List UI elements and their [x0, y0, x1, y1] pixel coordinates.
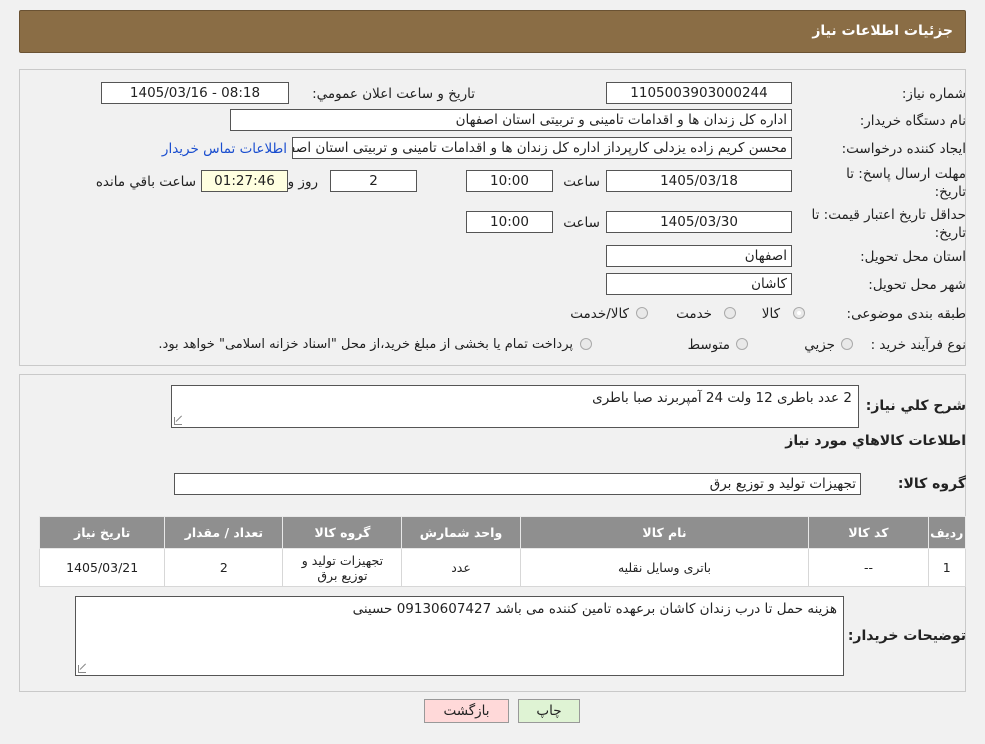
validity-time-field: 10:00 — [466, 211, 553, 233]
category-goods-service-radio[interactable] — [636, 307, 648, 319]
validity-time-label: ساعت — [563, 215, 600, 231]
category-goods-service-label: كالا/خدمت — [570, 306, 629, 322]
buyer-notes-text: هزینه حمل تا درب زندان کاشان برعهده تامی… — [352, 601, 837, 617]
goods-group-label: گروه كالا: — [897, 476, 966, 492]
summary-text: 2 عدد باطری 12 ولت 24 آمپربرند صبا باطری — [592, 390, 852, 406]
resize-handle-icon[interactable] — [78, 665, 86, 673]
remaining-time-label: ساعت باقي مانده — [95, 174, 196, 190]
cell-code: -- — [808, 548, 929, 587]
cell-name: باتری وسایل نقلیه — [519, 548, 810, 587]
col-code-header: كد كالا — [808, 516, 929, 549]
buyer-org-field: اداره کل زندان ها و اقدامات تامینی و ترب… — [230, 109, 792, 131]
deadline-label-line1: مهلت ارسال پاسخ: تا — [846, 166, 966, 182]
col-date-header: تاريخ نياز — [38, 516, 166, 549]
col-unit-header: واحد شمارش — [401, 516, 521, 549]
process-medium-label: متوسط — [687, 337, 730, 353]
buyer-notes-textarea[interactable]: هزینه حمل تا درب زندان کاشان برعهده تامی… — [75, 596, 844, 676]
creator-label: ايجاد كننده درخواست: — [841, 141, 966, 157]
cell-qty: 2 — [164, 548, 284, 587]
province-label: استان محل تحويل: — [860, 249, 966, 265]
buyer-notes-label: توضيحات خريدار: — [847, 628, 966, 644]
province-field: اصفهان — [606, 245, 792, 267]
cell-date: 1405/03/21 — [38, 548, 166, 587]
summary-textarea[interactable]: 2 عدد باطری 12 ولت 24 آمپربرند صبا باطری — [171, 385, 859, 428]
validity-label-line2: تاريخ: — [934, 225, 966, 241]
city-label: شهر محل تحويل: — [868, 277, 966, 293]
need-number-field: 1105003903000244 — [606, 82, 792, 104]
category-service-radio[interactable] — [724, 307, 736, 319]
goods-group-field: تجهیزات تولید و توزیع برق — [174, 473, 861, 495]
table-header-row: رديف كد كالا نام كالا واحد شمارش گروه كا… — [38, 516, 967, 549]
deadline-time-field: 10:00 — [466, 170, 553, 192]
deadline-date-field: 1405/03/18 — [606, 170, 792, 192]
back-button[interactable]: بازگشت — [424, 699, 509, 723]
goods-table: رديف كد كالا نام كالا واحد شمارش گروه كا… — [38, 516, 967, 587]
need-number-label: شماره نیاز: — [901, 86, 966, 102]
deadline-label-line2: تاريخ: — [934, 184, 966, 200]
announce-date-field: 1405/03/16 - 08:18 — [101, 82, 289, 104]
category-goods-label: كالا — [761, 306, 780, 322]
page-header: جزئیات اطلاعات نیاز — [19, 10, 966, 53]
buyer-org-label: نام دستگاه خريدار: — [859, 113, 966, 129]
city-field: كاشان — [606, 273, 792, 295]
table-row: 1 -- باتری وسایل نقلیه عدد تجهیزات تولید… — [38, 548, 967, 587]
remaining-days-field: 2 — [330, 170, 417, 192]
category-label: طبقه بندی موضوعی: — [846, 306, 966, 322]
creator-field: محسن کریم زاده یزدلی کارپرداز اداره کل ز… — [292, 137, 792, 159]
col-name-header: نام كالا — [519, 516, 810, 549]
validity-date-field: 1405/03/30 — [606, 211, 792, 233]
col-row-header: رديف — [927, 516, 967, 549]
deadline-time-label: ساعت — [563, 174, 600, 190]
process-minor-label: جزيي — [804, 337, 835, 353]
cell-row: 1 — [927, 548, 967, 587]
process-minor-radio[interactable] — [841, 338, 853, 350]
remaining-time-field: 01:27:46 — [201, 170, 288, 192]
process-type-label: نوع فرآيند خريد : — [870, 337, 966, 353]
col-group-header: گروه كالا — [282, 516, 403, 549]
process-medium-radio[interactable] — [736, 338, 748, 350]
process-treasury-checkbox[interactable] — [580, 338, 592, 350]
category-goods-radio[interactable] — [793, 307, 805, 319]
print-button[interactable]: چاپ — [518, 699, 580, 723]
process-treasury-note: پرداخت تمام يا بخشی از مبلغ خريد،از محل … — [158, 337, 573, 352]
category-service-label: خدمت — [676, 306, 712, 322]
validity-label-line1: حداقل تاريخ اعتبار قيمت: تا — [811, 207, 966, 223]
cell-unit: عدد — [401, 548, 521, 587]
announce-date-label: تاريخ و ساعت اعلان عمومي: — [312, 86, 475, 102]
page-title: جزئیات اطلاعات نیاز — [812, 23, 953, 39]
summary-label: شرح كلي نياز: — [865, 398, 966, 414]
days-label: روز و — [287, 174, 318, 190]
cell-group: تجهیزات تولید و توزیع برق — [282, 548, 403, 587]
resize-handle-icon[interactable] — [174, 417, 182, 425]
goods-section-title: اطلاعات كالاهاي مورد نياز — [785, 433, 966, 449]
col-qty-header: تعداد / مقدار — [164, 516, 284, 549]
buyer-contact-link[interactable]: اطلاعات تماس خريدار — [162, 141, 287, 157]
